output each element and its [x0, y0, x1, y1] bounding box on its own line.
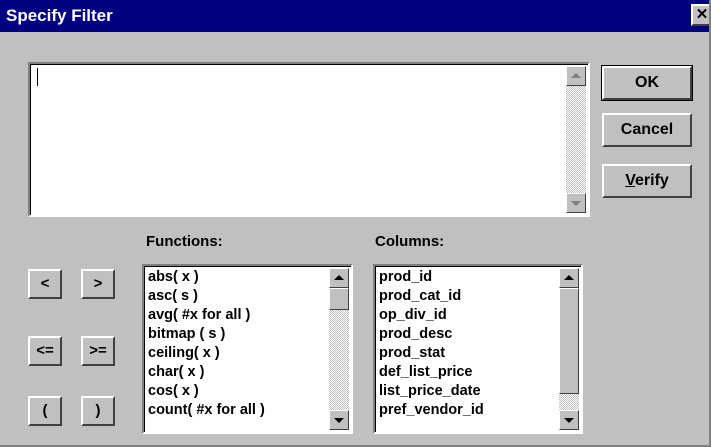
functions-scroll-down-button[interactable]	[329, 410, 349, 430]
columns-listbox[interactable]: prod_id prod_cat_id op_div_id prod_desc …	[373, 264, 583, 434]
functions-scroll-up-button[interactable]	[329, 268, 349, 288]
open-paren-button[interactable]: (	[28, 396, 62, 426]
arrow-up-icon	[571, 73, 581, 78]
list-item[interactable]: count( #x for all )	[148, 401, 327, 420]
arrow-down-icon	[334, 418, 344, 423]
editor-scroll-up-button[interactable]	[566, 66, 586, 86]
columns-list: prod_id prod_cat_id op_div_id prod_desc …	[379, 268, 557, 420]
arrow-down-icon	[571, 201, 581, 206]
arrow-up-icon	[564, 275, 574, 280]
text-caret	[37, 68, 38, 86]
window-title: Specify Filter	[6, 6, 113, 25]
list-item[interactable]: avg( #x for all )	[148, 306, 327, 325]
verify-label: erify	[635, 172, 669, 189]
list-item[interactable]: asc( s )	[148, 287, 327, 306]
editor-scroll-down-button[interactable]	[566, 193, 586, 213]
list-item[interactable]: op_div_id	[379, 306, 557, 325]
list-item[interactable]: abs( x )	[148, 268, 327, 287]
functions-list: abs( x ) asc( s ) avg( #x for all ) bitm…	[148, 268, 327, 420]
list-item[interactable]: list_price_date	[379, 382, 557, 401]
verify-button[interactable]: Verify	[602, 164, 692, 198]
list-item[interactable]: prod_id	[379, 268, 557, 287]
greater-equal-button[interactable]: >=	[81, 336, 115, 366]
list-item[interactable]: ceiling( x )	[148, 344, 327, 363]
functions-label: Functions:	[146, 233, 223, 250]
list-item[interactable]: prod_stat	[379, 344, 557, 363]
columns-scrollbar[interactable]	[559, 268, 579, 430]
arrow-up-icon	[334, 275, 344, 280]
ok-button[interactable]: OK	[601, 65, 693, 101]
less-equal-button[interactable]: <=	[28, 336, 62, 366]
list-item[interactable]: prod_cat_id	[379, 287, 557, 306]
columns-label: Columns:	[375, 233, 445, 250]
close-icon: ✕	[695, 6, 709, 23]
title-bar[interactable]: Specify Filter ✕	[0, 0, 709, 32]
list-item[interactable]: def_list_price	[379, 363, 557, 382]
columns-scroll-thumb[interactable]	[559, 288, 579, 394]
specify-filter-dialog: Specify Filter ✕ OK Cancel Verify Functi…	[0, 0, 711, 447]
verify-accelerator: V	[625, 172, 635, 189]
functions-scroll-thumb[interactable]	[329, 288, 349, 310]
list-item[interactable]: bitmap ( s )	[148, 325, 327, 344]
columns-scroll-up-button[interactable]	[559, 268, 579, 288]
columns-scroll-down-button[interactable]	[559, 410, 579, 430]
less-than-button[interactable]: <	[28, 269, 62, 299]
close-paren-button[interactable]: )	[81, 396, 115, 426]
editor-scrollbar[interactable]	[566, 66, 586, 213]
functions-scrollbar[interactable]	[329, 268, 349, 430]
list-item[interactable]: prod_desc	[379, 325, 557, 344]
close-button[interactable]: ✕	[691, 4, 709, 26]
list-item[interactable]: pref_vendor_id	[379, 401, 557, 420]
filter-expression-input[interactable]	[28, 62, 590, 217]
functions-listbox[interactable]: abs( x ) asc( s ) avg( #x for all ) bitm…	[142, 264, 353, 434]
list-item[interactable]: cos( x )	[148, 382, 327, 401]
greater-than-button[interactable]: >	[81, 269, 115, 299]
list-item[interactable]: char( x )	[148, 363, 327, 382]
cancel-button[interactable]: Cancel	[602, 113, 692, 147]
arrow-down-icon	[564, 418, 574, 423]
